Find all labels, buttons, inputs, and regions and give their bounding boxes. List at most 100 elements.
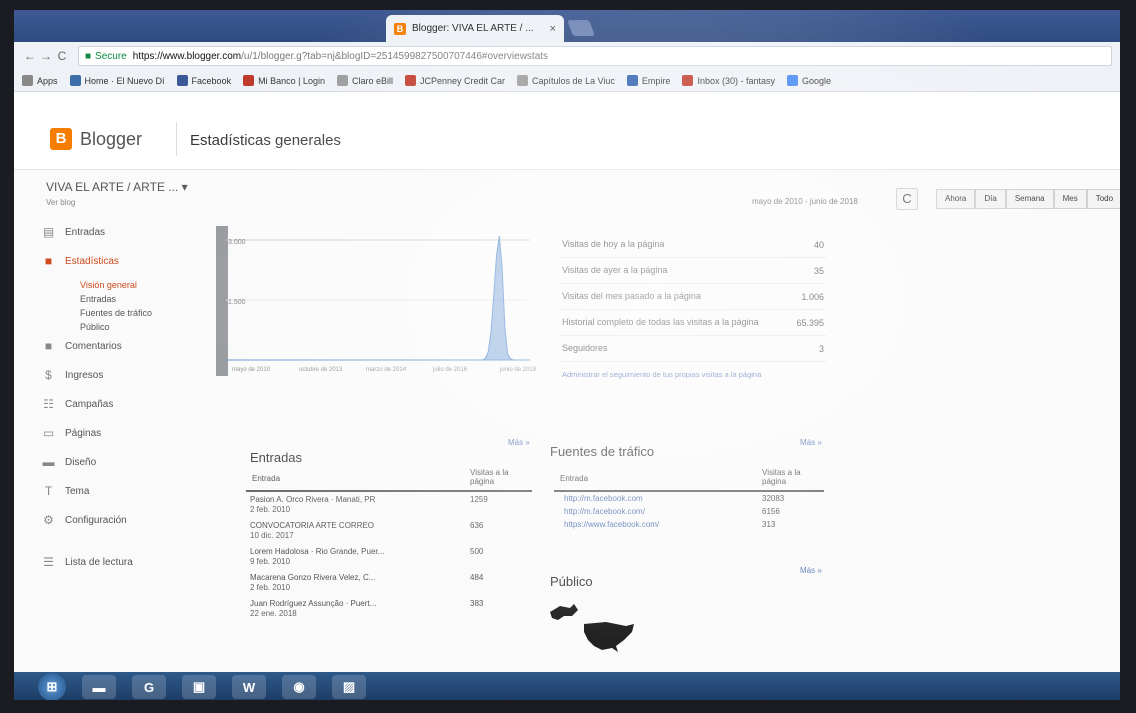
tab-close-icon[interactable]: × bbox=[550, 23, 556, 35]
entry-title[interactable]: Juan Rodríguez Assunção · Puert... bbox=[250, 599, 376, 608]
app-icon[interactable]: ◉ bbox=[282, 675, 316, 699]
entry-title[interactable]: Pasion A. Orco Rivera · Manati, PR bbox=[250, 495, 375, 504]
manage-tracking-link[interactable]: Administrar el seguimiento de tus propia… bbox=[560, 362, 826, 388]
traffic-header: Entrada Visitas a la página bbox=[554, 468, 824, 492]
bookmark-item[interactable]: Inbox (30) - fantasy bbox=[682, 75, 775, 86]
sidebar-item-label: Ingresos bbox=[65, 369, 104, 381]
entry-title[interactable]: CONVOCATORIA ARTE CORREO bbox=[250, 521, 374, 530]
bookmark-item[interactable]: Apps bbox=[22, 75, 58, 86]
blogger-logo[interactable]: B Blogger bbox=[50, 128, 142, 150]
usa-shape bbox=[584, 622, 634, 652]
sidebar-item-label: Lista de lectura bbox=[65, 556, 133, 568]
sidebar-item-stats[interactable]: ■ Estadísticas bbox=[42, 249, 222, 273]
campaigns-icon: ☷ bbox=[43, 397, 54, 411]
stats-label: Seguidores bbox=[562, 343, 608, 353]
table-row[interactable]: Macarena Gonzo Rivera Velez, C... 2 feb. … bbox=[246, 570, 532, 596]
sidebar-subitem[interactable]: Visión general bbox=[42, 278, 222, 292]
table-row[interactable]: http://m.facebook.com 32083 bbox=[554, 492, 824, 505]
stats-summary: Visitas de hoy a la página 40 Visitas de a… bbox=[560, 232, 826, 388]
traffic-url[interactable]: https://www.facebook.com/ bbox=[554, 520, 659, 529]
bookmark-label: Google bbox=[801, 75, 832, 86]
address-bar[interactable]: ■ Secure https://www.blogger.com /u/1/bl… bbox=[78, 46, 1112, 66]
reading-list-icon: ☰ bbox=[43, 555, 54, 569]
word-icon[interactable]: W bbox=[232, 675, 266, 699]
facebook-icon bbox=[176, 75, 188, 86]
bookmark-label: Capítulos de La Viuc bbox=[532, 75, 615, 86]
bookmark-item[interactable]: Home · El Nuevo Dí bbox=[69, 75, 165, 86]
x-tick-label: julio de 2016 bbox=[432, 367, 468, 373]
sidebar-item-theme[interactable]: T Tema bbox=[42, 479, 222, 503]
lock-icon: ■ bbox=[85, 50, 92, 62]
sidebar-item-label: Páginas bbox=[65, 427, 102, 439]
table-row[interactable]: Juan Rodríguez Assunção · Puert... 22 ene… bbox=[246, 596, 532, 622]
table-row[interactable]: http://m.facebook.com/6156 bbox=[554, 505, 824, 518]
chart-frame-bar bbox=[216, 226, 228, 376]
table-row[interactable]: Lorem Hadolosa · Rio Grande, Puer... 9 fe… bbox=[246, 544, 532, 570]
bookmark-item[interactable]: Capítulos de La Viuc bbox=[517, 75, 615, 86]
stats-row: Seguidores 3 bbox=[560, 336, 826, 362]
table-row[interactable]: https://www.facebook.com/313 bbox=[554, 518, 824, 531]
sidebar-item-label: Campañas bbox=[65, 398, 114, 410]
series-area bbox=[226, 235, 530, 361]
sidebar-item-label: Entradas bbox=[65, 226, 106, 238]
range-button-semana[interactable]: Semana bbox=[1005, 189, 1054, 209]
sidebar-item-settings[interactable]: ⚙ Configuración bbox=[42, 508, 222, 532]
entry-date: 2 feb. 2010 bbox=[250, 583, 291, 592]
traffic-url[interactable]: http://m.facebook.com bbox=[554, 494, 643, 503]
sidebar-item-reading-list[interactable]: ☰ Lista de lectura bbox=[42, 550, 222, 574]
traffic-rows: http://m.facebook.com 32083 http://m.faceb… bbox=[554, 492, 824, 531]
new-tab-button[interactable] bbox=[567, 20, 595, 36]
sidebar-item-pages[interactable]: ▭ Páginas bbox=[42, 421, 222, 445]
entry-title[interactable]: Macarena Gonzo Rivera Velez, C... bbox=[250, 573, 375, 582]
bookmark-item[interactable]: Mi Banco | Login bbox=[243, 75, 325, 86]
entries-more-link[interactable]: Más » bbox=[508, 438, 530, 447]
bookmark-item[interactable]: Google bbox=[786, 75, 832, 86]
range-button-todo[interactable]: Todo bbox=[1086, 189, 1120, 209]
tab-strip: B Blogger: VIVA EL ARTE / ... × bbox=[14, 10, 1120, 42]
media-icon[interactable]: ▣ bbox=[182, 675, 216, 699]
traffic-more-link[interactable]: Más » bbox=[800, 566, 822, 575]
sidebar-subitem[interactable]: Fuentes de tráfico bbox=[42, 306, 222, 320]
sidebar-item-comments[interactable]: ■ Comentarios bbox=[42, 334, 222, 358]
entry-title[interactable]: Lorem Hadolosa · Rio Grande, Puer... bbox=[250, 547, 384, 556]
layout-icon: ▬ bbox=[42, 455, 55, 469]
browser-tab[interactable]: B Blogger: VIVA EL ARTE / ... × bbox=[386, 15, 564, 42]
file-explorer-icon[interactable]: ▬ bbox=[82, 675, 116, 699]
back-icon[interactable]: ← bbox=[22, 49, 38, 63]
secure-label: Secure bbox=[95, 50, 127, 62]
windows-start-icon[interactable]: ⊞ bbox=[38, 673, 66, 700]
stats-more-link[interactable]: Más » bbox=[800, 438, 822, 447]
sidebar-item-campaigns[interactable]: ☷ Campañas bbox=[42, 392, 222, 416]
range-button-mes[interactable]: Mes bbox=[1053, 189, 1087, 209]
bookmark-label: Apps bbox=[37, 75, 58, 86]
traffic-url[interactable]: http://m.facebook.com/ bbox=[554, 507, 645, 516]
blogger-header: B Blogger Estadísticas generales bbox=[14, 92, 1120, 170]
photo-icon[interactable]: ▨ bbox=[332, 675, 366, 699]
entry-views: 484 bbox=[470, 573, 484, 582]
stats-label: Visitas de ayer a la página bbox=[562, 265, 668, 275]
range-button-ahora[interactable]: Ahora bbox=[936, 189, 976, 209]
sidebar-item-posts[interactable]: ▤ Entradas bbox=[42, 220, 222, 244]
alaska-shape bbox=[550, 604, 578, 620]
blog-selector[interactable]: VIVA EL ARTE / ARTE ... ▾ bbox=[46, 180, 188, 194]
sidebar-subitem[interactable]: Público bbox=[42, 320, 222, 334]
range-button-día[interactable]: Día bbox=[975, 189, 1006, 209]
sidebar-subitem[interactable]: Entradas bbox=[42, 292, 222, 306]
bookmark-item[interactable]: JCPenney Credit Car bbox=[404, 75, 505, 86]
browser-window: B Blogger: VIVA EL ARTE / ... × ← → C ■ … bbox=[14, 10, 1120, 700]
table-row[interactable]: Pasion A. Orco Rivera · Manati, PR 2 feb.… bbox=[246, 492, 532, 518]
blogger-favicon-icon: B bbox=[394, 22, 406, 35]
refresh-button[interactable]: C bbox=[896, 188, 918, 210]
bookmark-item[interactable]: Claro eBill bbox=[336, 75, 393, 86]
table-row[interactable]: CONVOCATORIA ARTE CORREO 10 dic. 2017 636 bbox=[246, 518, 532, 544]
bookmark-item[interactable]: Facebook bbox=[176, 75, 231, 86]
sidebar-item-earnings[interactable]: $ Ingresos bbox=[42, 363, 222, 387]
sidebar-item-layout[interactable]: ▬ Diseño bbox=[42, 450, 222, 474]
forward-icon[interactable]: → bbox=[38, 49, 54, 63]
chrome-icon[interactable]: G bbox=[132, 675, 166, 699]
view-blog-link[interactable]: Ver blog bbox=[46, 198, 75, 207]
bookmark-item[interactable]: Empire bbox=[626, 75, 670, 86]
reload-icon[interactable]: C bbox=[54, 49, 70, 63]
blogger-logo-text: Blogger bbox=[80, 128, 143, 149]
traffic-views: 313 bbox=[762, 520, 776, 529]
